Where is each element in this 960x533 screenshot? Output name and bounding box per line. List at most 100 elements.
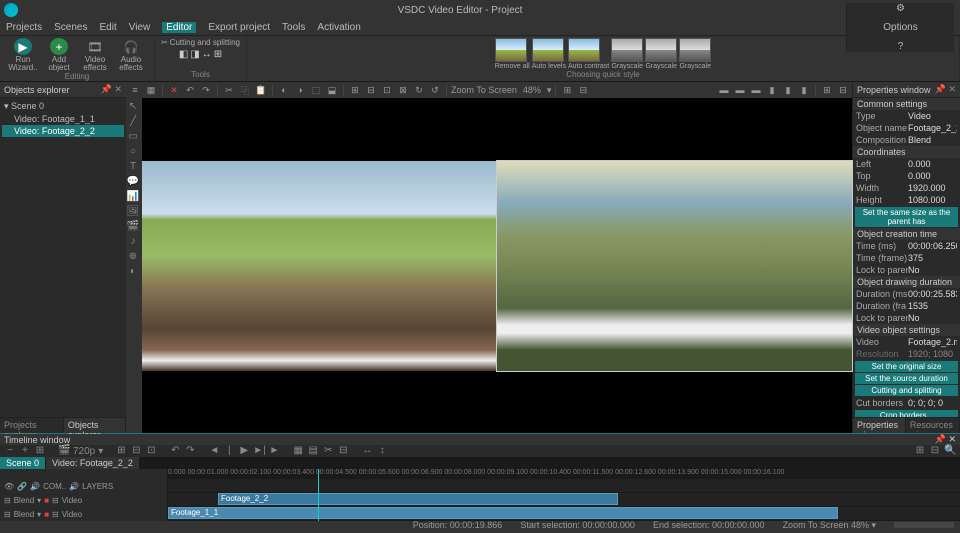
cursor-tool-icon[interactable]: ↖ (126, 100, 140, 114)
tl-icon[interactable]: ►| (253, 445, 265, 457)
video-tool-icon[interactable]: 🎬 (126, 220, 140, 234)
tool-icon[interactable]: ↔ (202, 49, 212, 60)
tb-icon[interactable]: ⊟ (836, 83, 850, 97)
track-row[interactable]: ⊟Blend▾■⊟Video (0, 507, 167, 521)
tb-icon[interactable]: ⬚ (309, 83, 323, 97)
tool-icon[interactable]: ◨ (190, 49, 199, 60)
tl-icon[interactable]: |◄ (223, 445, 235, 457)
crop-borders-button[interactable]: Crop borders... (855, 410, 958, 417)
tb-icon[interactable]: ◐ (277, 83, 291, 97)
tab-resources[interactable]: Resources win... (906, 418, 960, 433)
mask-tool-icon[interactable]: ◐ (126, 265, 140, 279)
align-icon[interactable]: ▮ (797, 83, 811, 97)
options-gear-icon[interactable]: ⚙ (896, 3, 905, 14)
tree-item[interactable]: Video: Footage_2_2 (2, 125, 124, 137)
tl-icon[interactable]: ▦ (292, 445, 304, 457)
menu-scenes[interactable]: Scenes (54, 22, 87, 33)
tb-icon[interactable]: ⊠ (396, 83, 410, 97)
style-thumb[interactable]: Auto levels (532, 38, 566, 70)
line-tool-icon[interactable]: ╱ (126, 115, 140, 129)
align-icon[interactable]: ▬ (717, 83, 731, 97)
tree-item[interactable]: Video: Footage_1_1 (2, 113, 124, 125)
align-icon[interactable]: ▬ (749, 83, 763, 97)
next-frame-icon[interactable]: ► (268, 445, 280, 457)
set-parent-size-button[interactable]: Set the same size as the parent has (855, 207, 958, 227)
tool-icon[interactable]: ⊞ (214, 49, 222, 60)
tb-icon[interactable]: ↺ (428, 83, 442, 97)
zoom-slider[interactable] (894, 522, 954, 528)
menu-export-project[interactable]: Export project (208, 22, 270, 33)
status-zoom[interactable]: 48% (851, 520, 869, 530)
tb-icon[interactable]: ≡ (128, 83, 142, 97)
prop-section[interactable]: Common settings (853, 98, 960, 110)
timeline-clip[interactable]: Footage_1_1 (168, 507, 838, 519)
tool-icon[interactable]: ◧ (179, 49, 188, 60)
cutting-splitting-button[interactable]: ✂Cutting and splitting (161, 38, 240, 47)
tab-objects-explorer[interactable]: Objects explorer (64, 418, 126, 433)
style-thumb[interactable]: Auto contrast (568, 38, 609, 70)
undo-icon[interactable]: ↶ (183, 83, 197, 97)
video-preview[interactable] (142, 161, 852, 371)
timeline-ruler[interactable]: 0.000 00:00:01.000 00:00:02.100 00:00:03… (168, 469, 960, 479)
tl-icon[interactable]: ⊞ (115, 445, 127, 457)
play-icon[interactable]: ▶ (238, 445, 250, 457)
tb-icon[interactable]: ⊟ (364, 83, 378, 97)
style-thumb[interactable]: Grayscale (611, 38, 643, 70)
tb-icon[interactable]: ⊞ (560, 83, 574, 97)
menu-activation[interactable]: Activation (317, 22, 360, 33)
tl-icon[interactable]: ⊟ (929, 445, 941, 457)
paste-icon[interactable]: 📋 (254, 83, 268, 97)
tb-icon[interactable]: ⬓ (325, 83, 339, 97)
menu-tools[interactable]: Tools (282, 22, 305, 33)
style-thumb[interactable]: Grayscale (645, 38, 677, 70)
timeline-clip[interactable]: Footage_2_2 (218, 493, 618, 505)
prop-section[interactable]: Object creation time (853, 228, 960, 240)
tl-icon[interactable]: ↶ (169, 445, 181, 457)
prop-section[interactable]: Video object settings (853, 324, 960, 336)
tl-icon[interactable]: ↔ (361, 445, 373, 457)
delete-icon[interactable]: ✕ (167, 83, 181, 97)
tb-icon[interactable]: ⊞ (348, 83, 362, 97)
pin-icon[interactable]: 📌 ✕ (101, 84, 122, 95)
chart-tool-icon[interactable]: 📊 (126, 190, 140, 204)
add-object-button[interactable]: +Add object (42, 38, 76, 72)
tb-icon[interactable]: ▦ (144, 83, 158, 97)
tl-icon[interactable]: ↷ (184, 445, 196, 457)
tab-properties[interactable]: Properties win... (853, 418, 906, 433)
style-thumb[interactable]: Remove all (495, 38, 530, 70)
prop-section[interactable]: Object drawing duration (853, 276, 960, 288)
resolution-select[interactable]: 720p (73, 446, 95, 457)
timeline-tab-scene[interactable]: Scene 0 (0, 457, 45, 469)
counter-tool-icon[interactable]: ⊕ (126, 250, 140, 264)
prev-frame-icon[interactable]: ◄ (208, 445, 220, 457)
image-tool-icon[interactable]: 🖼 (126, 205, 140, 219)
tl-icon[interactable]: 🎬 (58, 445, 70, 457)
ellipse-tool-icon[interactable]: ○ (126, 145, 140, 159)
tl-icon[interactable]: − (4, 445, 16, 457)
tl-icon[interactable]: ▤ (307, 445, 319, 457)
audio-effects-button[interactable]: 🎧Audio effects (114, 38, 148, 72)
playhead[interactable] (318, 469, 319, 521)
tree-scene[interactable]: ▾ Scene 0 (2, 100, 124, 113)
cut-icon[interactable]: ✂ (222, 83, 236, 97)
timeline-tab-video[interactable]: Video: Footage_2_2 (46, 457, 139, 469)
tb-icon[interactable]: ◑ (293, 83, 307, 97)
text-tool-icon[interactable]: T (126, 160, 140, 174)
copy-icon[interactable]: ⿻ (238, 83, 252, 97)
menu-edit[interactable]: Edit (99, 22, 116, 33)
menu-projects[interactable]: Projects (6, 22, 42, 33)
zoom-label[interactable]: Zoom To Screen (451, 85, 517, 95)
tooltip-tool-icon[interactable]: 💬 (126, 175, 140, 189)
redo-icon[interactable]: ↷ (199, 83, 213, 97)
video-effects-button[interactable]: 🎞Video effects (78, 38, 112, 72)
tl-icon[interactable]: 🔍 (944, 445, 956, 457)
tl-icon[interactable]: + (19, 445, 31, 457)
tl-icon[interactable]: ⊟ (130, 445, 142, 457)
tb-icon[interactable]: ↻ (412, 83, 426, 97)
rect-tool-icon[interactable]: ▭ (126, 130, 140, 144)
menu-view[interactable]: View (129, 22, 151, 33)
tl-icon[interactable]: ⊞ (914, 445, 926, 457)
tb-icon[interactable]: ⊞ (820, 83, 834, 97)
options-label[interactable]: Options (883, 22, 917, 33)
menu-editor[interactable]: Editor (162, 22, 196, 33)
